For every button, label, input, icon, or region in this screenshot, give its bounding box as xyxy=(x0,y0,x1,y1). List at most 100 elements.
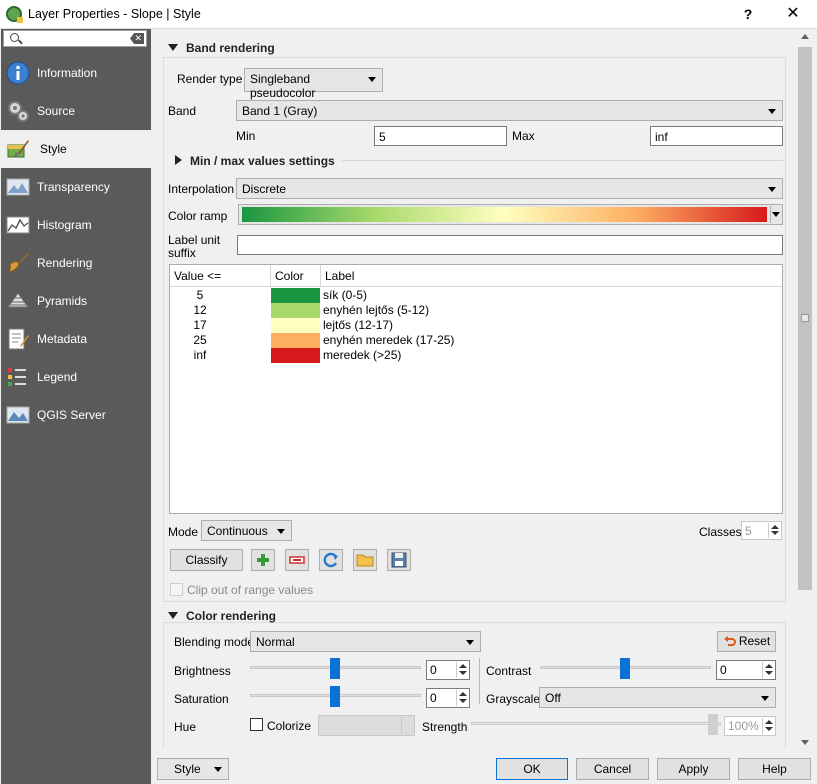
style-menu-button[interactable]: Style xyxy=(157,758,229,780)
color-rendering-header[interactable]: Color rendering xyxy=(186,609,276,623)
load-classes-button[interactable] xyxy=(353,549,377,571)
strength-slider-handle xyxy=(708,714,718,735)
close-button[interactable]: ✕ xyxy=(780,4,806,24)
grayscale-value: Off xyxy=(545,691,561,705)
color-ramp-select[interactable] xyxy=(238,204,783,225)
saturation-spinbox[interactable]: 0 xyxy=(426,688,470,708)
column-header-value[interactable]: Value <= xyxy=(170,265,271,287)
sidebar-item-transparency[interactable]: Transparency xyxy=(1,168,151,206)
pyramids-icon xyxy=(7,292,29,308)
table-row[interactable]: inf meredek (>25) xyxy=(170,348,782,363)
colorize-checkbox[interactable] xyxy=(250,718,263,731)
help-dialog-button[interactable]: Help xyxy=(738,758,811,780)
band-rendering-header[interactable]: Band rendering xyxy=(186,41,275,55)
band-value: Band 1 (Gray) xyxy=(242,104,318,118)
search-icon xyxy=(10,33,19,42)
column-header-label[interactable]: Label xyxy=(321,265,782,287)
class-color-swatch[interactable] xyxy=(271,303,320,318)
table-row[interactable]: 25 enyhén meredek (17-25) xyxy=(170,333,782,348)
search-input[interactable]: ✕ xyxy=(3,30,147,47)
column-header-color[interactable]: Color xyxy=(271,265,321,287)
save-icon xyxy=(391,552,407,568)
transparency-icon xyxy=(6,178,30,196)
chevron-down-icon xyxy=(768,187,776,192)
sidebar-item-information[interactable]: Information xyxy=(1,54,151,92)
contrast-spinbox[interactable]: 0 xyxy=(716,660,776,680)
max-input[interactable]: inf xyxy=(650,126,783,146)
scroll-down-icon[interactable] xyxy=(801,740,809,745)
class-color-swatch[interactable] xyxy=(271,348,320,363)
class-label: meredek (>25) xyxy=(323,348,402,362)
sidebar-item-source[interactable]: Source xyxy=(1,92,151,130)
class-value: 25 xyxy=(193,333,207,347)
collapse-arrow-icon[interactable] xyxy=(168,44,178,51)
sidebar-item-pyramids[interactable]: Pyramids xyxy=(1,282,151,320)
sidebar-item-metadata[interactable]: Metadata xyxy=(1,320,151,358)
blending-mode-label: Blending mode xyxy=(174,635,255,649)
divider xyxy=(479,658,480,704)
clear-icon[interactable]: ✕ xyxy=(130,33,144,44)
contrast-slider-handle[interactable] xyxy=(620,658,630,679)
collapse-arrow-icon[interactable] xyxy=(168,612,178,619)
apply-button[interactable]: Apply xyxy=(657,758,730,780)
class-value: 12 xyxy=(193,303,207,317)
reverse-colors-button[interactable] xyxy=(319,549,343,571)
sidebar-item-legend[interactable]: Legend xyxy=(1,358,151,396)
spin-up-icon[interactable] xyxy=(456,662,468,670)
sidebar-item-label: Style xyxy=(40,142,67,156)
table-row[interactable]: 17 lejtős (12-17) xyxy=(170,318,782,333)
chevron-down-icon xyxy=(761,696,769,701)
refresh-icon xyxy=(323,552,338,568)
minmax-settings-header[interactable]: Min / max values settings xyxy=(190,154,335,168)
add-class-button[interactable] xyxy=(251,549,275,571)
sidebar-item-rendering[interactable]: Rendering xyxy=(1,244,151,282)
scroll-grip-icon xyxy=(801,314,809,322)
rendering-icon xyxy=(8,253,29,273)
interpolation-select[interactable]: Discrete xyxy=(236,178,783,199)
spin-up-icon[interactable] xyxy=(456,690,468,698)
reset-button[interactable]: Reset xyxy=(717,631,776,652)
grayscale-select[interactable]: Off xyxy=(539,687,776,708)
spin-down-icon[interactable] xyxy=(456,698,468,706)
spin-up-icon[interactable] xyxy=(762,662,774,670)
expand-arrow-icon[interactable] xyxy=(175,155,182,165)
table-row[interactable]: 5 sík (0-5) xyxy=(170,288,782,303)
classify-button[interactable]: Classify xyxy=(170,549,243,571)
cancel-button[interactable]: Cancel xyxy=(576,758,649,780)
saturation-slider-handle[interactable] xyxy=(330,686,340,707)
mode-value: Continuous xyxy=(207,524,268,538)
interpolation-label: Interpolation xyxy=(168,182,235,196)
metadata-icon xyxy=(8,328,29,350)
ok-button[interactable]: OK xyxy=(496,758,568,780)
band-select[interactable]: Band 1 (Gray) xyxy=(236,100,783,121)
blending-mode-select[interactable]: Normal xyxy=(250,631,481,652)
sidebar-item-style[interactable]: Style xyxy=(1,130,151,168)
render-type-select[interactable]: Singleband pseudocolor xyxy=(244,68,383,100)
class-color-swatch[interactable] xyxy=(271,333,320,348)
sidebar-item-qgis-server[interactable]: QGIS Server xyxy=(1,396,151,434)
remove-class-button[interactable] xyxy=(285,549,309,571)
class-color-swatch[interactable] xyxy=(271,318,320,333)
blending-mode-value: Normal xyxy=(256,635,295,649)
spin-down-icon[interactable] xyxy=(762,670,774,678)
brightness-spinbox[interactable]: 0 xyxy=(426,660,470,680)
colorize-label: Colorize xyxy=(267,719,312,733)
min-input[interactable]: 5 xyxy=(374,126,507,146)
help-button[interactable]: ? xyxy=(735,4,761,24)
classes-table[interactable]: Value <= Color Label 5 sík (0-5) 12 enyh… xyxy=(169,264,783,514)
scroll-up-icon[interactable] xyxy=(801,34,809,39)
save-classes-button[interactable] xyxy=(387,549,411,571)
source-icon xyxy=(8,101,29,122)
class-color-swatch[interactable] xyxy=(271,288,320,303)
mode-select[interactable]: Continuous xyxy=(201,520,292,541)
sidebar-item-histogram[interactable]: Histogram xyxy=(1,206,151,244)
spin-down-icon[interactable] xyxy=(456,670,468,678)
label-unit-suffix-input[interactable] xyxy=(237,235,783,255)
brightness-label: Brightness xyxy=(174,664,231,678)
table-row[interactable]: 12 enyhén lejtős (5-12) xyxy=(170,303,782,318)
sidebar: Information Source Style Transparency Hi… xyxy=(1,29,151,784)
window-title: Layer Properties - Slope | Style xyxy=(28,7,201,21)
color-ramp-dropdown[interactable] xyxy=(770,206,782,223)
contrast-label: Contrast xyxy=(486,664,532,678)
brightness-slider-handle[interactable] xyxy=(330,658,340,679)
